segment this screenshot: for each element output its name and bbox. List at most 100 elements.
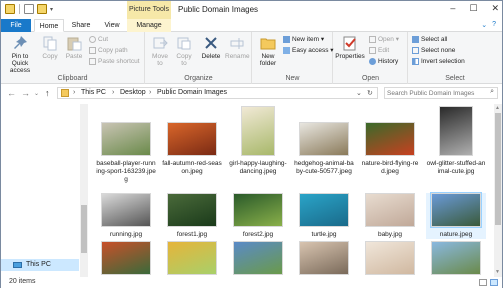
file-item[interactable] bbox=[228, 241, 288, 277]
move-to-icon bbox=[153, 37, 168, 49]
file-item[interactable]: fall-autumn-red-season.jpeg bbox=[162, 122, 222, 176]
file-item[interactable]: owl-glitter-stuffed-animal-cute.jpg bbox=[426, 106, 486, 176]
file-item[interactable] bbox=[294, 241, 354, 277]
nav-item-this-pc[interactable]: This PC bbox=[1, 259, 79, 271]
content-scroll-thumb[interactable] bbox=[495, 113, 501, 225]
select-all-button[interactable]: Select all bbox=[412, 35, 447, 44]
tab-manage[interactable]: Manage bbox=[127, 19, 171, 32]
file-item[interactable]: running.jpg bbox=[96, 193, 156, 239]
file-name: baby.jpg bbox=[377, 231, 403, 238]
back-arrow-icon[interactable]: ← bbox=[7, 88, 16, 98]
open-button[interactable]: Open ▾ bbox=[369, 35, 399, 44]
file-item[interactable]: turtle.jpg bbox=[294, 193, 354, 239]
window-title: Public Domain Images bbox=[178, 5, 259, 14]
file-item[interactable] bbox=[96, 241, 156, 277]
image-thumbnail bbox=[299, 241, 349, 275]
easy-access-icon bbox=[283, 46, 290, 54]
paste-shortcut-button[interactable]: Paste shortcut bbox=[89, 57, 140, 66]
file-name: nature-bird-flying-red.jpeg bbox=[361, 160, 419, 175]
file-name: nature.jpeg bbox=[439, 231, 473, 238]
paste-button[interactable]: Paste bbox=[63, 35, 85, 60]
details-view-icon[interactable] bbox=[479, 279, 487, 286]
image-thumbnail bbox=[101, 193, 151, 227]
history-button[interactable]: History bbox=[369, 57, 398, 66]
file-item[interactable]: hedgehog-animal-baby-cute-50577.jpeg bbox=[294, 122, 354, 176]
picture-tools-header: Picture Tools bbox=[127, 1, 171, 19]
recent-locations-chevron-icon[interactable]: ⌄ bbox=[34, 90, 39, 97]
breadcrumb-this-pc[interactable]: This PC bbox=[81, 89, 106, 96]
collapse-ribbon-icon[interactable]: ⌄ bbox=[481, 21, 487, 29]
move-to-button[interactable]: Move to bbox=[149, 35, 171, 67]
scroll-up-arrow-icon[interactable]: ▲ bbox=[495, 105, 500, 111]
address-bar[interactable]: › This PC › Desktop › Public Domain Imag… bbox=[57, 87, 378, 99]
file-grid: baseball-player-running-sport-163239.jpe… bbox=[91, 104, 494, 277]
search-icon[interactable]: ⌕ bbox=[490, 88, 494, 96]
image-thumbnail bbox=[299, 193, 349, 227]
file-item[interactable] bbox=[360, 241, 420, 277]
file-item[interactable]: girl-happy-laughing-dancing.jpeg bbox=[228, 106, 288, 176]
properties-icon[interactable] bbox=[24, 4, 34, 14]
scroll-down-arrow-icon[interactable]: ▼ bbox=[495, 269, 500, 275]
up-arrow-icon[interactable]: ↑ bbox=[45, 88, 50, 98]
select-none-icon bbox=[412, 46, 419, 54]
breadcrumb-public-domain-images[interactable]: Public Domain Images bbox=[157, 89, 227, 96]
refresh-icon[interactable]: ↻ bbox=[367, 89, 373, 97]
file-item[interactable] bbox=[162, 241, 222, 277]
breadcrumb-desktop[interactable]: Desktop bbox=[120, 89, 146, 96]
organize-group: Move to Copy to Delete Rename Organize bbox=[146, 32, 252, 84]
search-input[interactable] bbox=[387, 89, 483, 98]
close-button[interactable]: ✕ bbox=[491, 3, 499, 14]
select-none-button[interactable]: Select none bbox=[412, 46, 455, 55]
pin-quick-access-button[interactable]: Pin to Quick access bbox=[4, 35, 36, 74]
address-dropdown-icon[interactable]: ⌄ bbox=[356, 89, 362, 97]
file-item[interactable]: baby.jpg bbox=[360, 193, 420, 239]
maximize-button[interactable]: ☐ bbox=[469, 3, 477, 14]
nav-pane-scroll-thumb[interactable] bbox=[81, 205, 87, 253]
search-box[interactable]: ⌕ bbox=[384, 87, 498, 99]
image-thumbnail bbox=[167, 193, 217, 227]
title-bar: ▾ Picture Tools Public Domain Images – ☐… bbox=[1, 1, 502, 19]
help-icon[interactable]: ? bbox=[492, 21, 496, 29]
new-folder-button[interactable]: New folder bbox=[256, 35, 280, 67]
file-item[interactable]: nature-bird-flying-red.jpeg bbox=[360, 122, 420, 176]
delete-button[interactable]: Delete bbox=[199, 35, 223, 60]
computer-icon bbox=[13, 262, 22, 268]
qat-dropdown-icon[interactable]: ▾ bbox=[50, 6, 53, 13]
open-icon bbox=[369, 35, 376, 43]
new-item-icon bbox=[283, 35, 290, 43]
tab-share[interactable]: Share bbox=[67, 19, 95, 32]
image-thumbnail bbox=[365, 241, 415, 275]
open-group: Properties Open ▾ Edit History Open bbox=[334, 32, 408, 84]
tab-home[interactable]: Home bbox=[34, 19, 64, 32]
large-icons-view-icon[interactable] bbox=[490, 279, 498, 286]
tab-file[interactable]: File bbox=[1, 19, 31, 32]
file-item[interactable]: forest2.jpg bbox=[228, 193, 288, 239]
minimize-button[interactable]: – bbox=[450, 3, 455, 14]
forward-arrow-icon[interactable]: → bbox=[21, 88, 30, 98]
file-item[interactable]: nature.jpeg bbox=[426, 192, 486, 239]
select-group: Select all Select none Invert selection … bbox=[409, 32, 501, 84]
easy-access-button[interactable]: Easy access ▾ bbox=[283, 46, 334, 55]
item-count: 20 items bbox=[9, 278, 36, 285]
copy-to-button[interactable]: Copy to bbox=[173, 35, 195, 67]
rename-button[interactable]: Rename bbox=[225, 35, 250, 60]
cut-button[interactable]: Cut bbox=[89, 35, 108, 44]
copy-button[interactable]: Copy bbox=[39, 35, 61, 60]
new-item-button[interactable]: New item ▾ bbox=[283, 35, 324, 44]
file-name: running.jpg bbox=[109, 231, 143, 238]
file-item[interactable]: forest1.jpg bbox=[162, 193, 222, 239]
copy-path-button[interactable]: Copy path bbox=[89, 46, 128, 55]
paste-icon bbox=[67, 37, 82, 51]
clipboard-group-label: Clipboard bbox=[57, 75, 88, 82]
file-item[interactable] bbox=[426, 241, 486, 277]
qat-separator bbox=[19, 4, 20, 14]
status-bar: 20 items bbox=[1, 277, 502, 288]
image-thumbnail bbox=[439, 106, 473, 156]
invert-selection-button[interactable]: Invert selection bbox=[412, 57, 465, 66]
tab-view[interactable]: View bbox=[99, 19, 125, 32]
edit-button[interactable]: Edit bbox=[369, 46, 389, 55]
file-item[interactable]: baseball-player-running-sport-163239.jpe… bbox=[96, 122, 156, 184]
paste-shortcut-icon bbox=[89, 57, 96, 65]
new-folder-icon[interactable] bbox=[37, 4, 47, 14]
properties-button[interactable]: Properties bbox=[335, 35, 365, 60]
